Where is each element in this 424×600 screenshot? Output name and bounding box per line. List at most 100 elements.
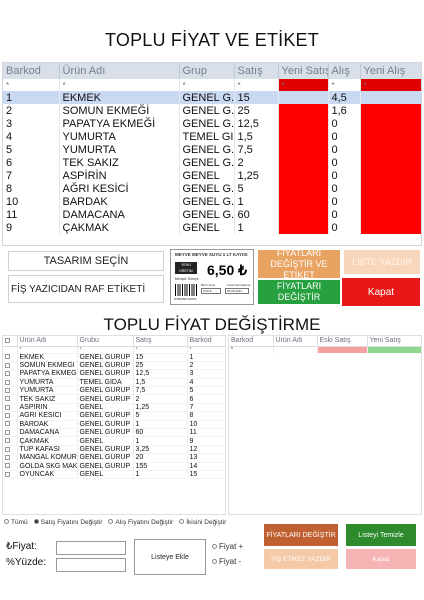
table-row[interactable]: ÇAKMAK GENEL 1 9 <box>3 436 225 446</box>
cell-grubu[interactable]: GENEL GURUP <box>77 411 134 421</box>
cell-grup[interactable]: GENEL G... <box>179 208 235 221</box>
cell-alis[interactable]: 0 <box>328 221 361 234</box>
cell-grup[interactable]: GENEL G... <box>179 143 235 156</box>
cell-satis[interactable]: 3,25 <box>133 445 188 455</box>
cell-satis[interactable]: 25 <box>133 361 188 371</box>
table-row[interactable]: 9 ÇAKMAK GENEL 1 0 <box>3 221 421 234</box>
cell-barkod[interactable]: 6 <box>3 156 60 169</box>
table-row[interactable]: 2SOMUN EKMEĞİGENEL G...25 1,6 <box>3 104 421 117</box>
column-header-eski-satis[interactable]: Eski Satış <box>317 336 368 347</box>
cell-yeni-satis[interactable] <box>278 221 329 234</box>
table-row[interactable]: YUMURTA GENEL GURUP 7,5 5 <box>3 386 225 396</box>
row-checkbox[interactable] <box>3 394 18 404</box>
cell-satis[interactable]: 7,5 <box>133 386 188 396</box>
cell-satis[interactable]: 12,5 <box>133 369 188 379</box>
cell-urun-adi[interactable]: PAPATYA EKMEĞİ <box>59 117 180 130</box>
table-row[interactable]: OYUNCAK GENEL 1 15 <box>3 470 225 480</box>
price-increase-option[interactable]: Fiyat + <box>212 542 243 551</box>
cell-barkod[interactable]: 10 <box>3 195 60 208</box>
cell-satis[interactable]: 2 <box>234 156 279 169</box>
cell-urun-adi[interactable]: SOMUN EKMEĞİ <box>17 361 78 371</box>
cell-satis[interactable]: 25 <box>234 104 279 117</box>
cell-barkod[interactable]: 8 <box>3 182 60 195</box>
cell-satis[interactable]: 1 <box>133 436 188 446</box>
cell-satis[interactable]: 1,5 <box>234 130 279 143</box>
cell-alis[interactable]: 0 <box>328 208 361 221</box>
cell-barkod[interactable]: 2 <box>3 104 60 117</box>
row-checkbox[interactable] <box>3 411 18 421</box>
cell-yeni-satis[interactable] <box>278 156 329 169</box>
cell-barkod[interactable]: 3 <box>187 369 225 379</box>
cell-barkod[interactable]: 10 <box>187 420 225 430</box>
cell-urun-adi[interactable]: DAMACANA <box>17 428 78 438</box>
cell-yeni-satis[interactable] <box>278 208 329 221</box>
cell-satis[interactable]: 1 <box>234 195 279 208</box>
cell-barkod[interactable]: 5 <box>187 386 225 396</box>
cell-satis[interactable]: 5 <box>133 411 188 421</box>
close-button[interactable]: Kapat <box>342 278 420 306</box>
column-header-grup[interactable]: Grup <box>179 63 235 79</box>
cell-barkod[interactable]: 4 <box>3 130 60 143</box>
cell-alis[interactable]: 0 <box>328 169 361 182</box>
column-header-urun-adi[interactable]: Ürün Adı <box>17 336 78 347</box>
cell-urun-adi[interactable]: ÇAKMAK <box>59 221 180 234</box>
cell-satis[interactable]: 60 <box>133 428 188 438</box>
column-header-urun-adi[interactable]: Ürün Adı <box>59 63 180 79</box>
row-checkbox[interactable] <box>3 353 18 362</box>
column-header-yeni-alis[interactable]: Yeni Alış <box>360 63 421 79</box>
cell-grubu[interactable]: GENEL <box>77 403 134 413</box>
table-row[interactable]: AĞRI KESİCİ GENEL GURUP 5 8 <box>3 411 225 421</box>
cell-satis[interactable]: 7,5 <box>234 143 279 156</box>
cell-barkod[interactable]: 5 <box>3 143 60 156</box>
product-list-table[interactable]: Ürün Adı Grubu Satış Barkod * * * * EKME… <box>2 335 226 515</box>
row-checkbox[interactable] <box>3 420 18 430</box>
cell-grubu[interactable]: GENEL GURUP <box>77 462 134 471</box>
cell-satis[interactable]: 60 <box>234 208 279 221</box>
cell-yeni-alis[interactable] <box>360 195 421 208</box>
cell-grup[interactable]: GENEL G... <box>179 182 235 195</box>
table-row[interactable]: 11DAMACANAGENEL G...60 0 <box>3 208 421 221</box>
cell-grup[interactable]: GENEL G... <box>179 195 235 208</box>
table-row[interactable]: 7 ASPİRİN GENEL 1,25 0 <box>3 169 421 182</box>
cell-satis[interactable]: 15 <box>234 91 279 104</box>
column-header-yeni-satis[interactable]: Yeni Satış <box>367 336 421 347</box>
table-row[interactable]: 4YUMURTATEMEL GI...1,5 0 <box>3 130 421 143</box>
cell-barkod[interactable]: 1 <box>187 353 225 362</box>
cell-grubu[interactable]: GENEL GURUP <box>77 386 134 396</box>
select-all-checkbox[interactable] <box>3 336 18 347</box>
change-prices-button[interactable]: FİYATLARI DEĞİŞTİR <box>258 280 340 304</box>
cell-barkod[interactable]: 4 <box>187 378 225 388</box>
column-header-urun-adi[interactable]: Ürün Adı <box>273 336 318 347</box>
cell-urun-adi[interactable]: YUMURTA <box>59 143 180 156</box>
print-receipt-label-button[interactable]: FİŞ ETİKET YAZDIR <box>264 549 338 569</box>
cell-barkod[interactable]: 7 <box>3 169 60 182</box>
cell-urun-adi[interactable]: TÜP KAFASI <box>17 445 78 455</box>
new-row[interactable]: * <box>229 346 421 353</box>
change-list-table[interactable]: Barkod Ürün Adı Eski Satış Yeni Satış * <box>228 335 422 515</box>
cell-urun-adi[interactable]: OYUNCAK <box>17 470 78 480</box>
cell-grubu[interactable]: GENEL GURUP <box>77 428 134 438</box>
change-prices-and-label-button[interactable]: FİYATLARI DEĞİŞTİR VE ETİKET <box>258 248 340 280</box>
cell-yeni-alis[interactable] <box>360 130 421 143</box>
receipt-shelf-label-option[interactable]: FİŞ YAZICIDAN RAF ETİKETİ <box>8 275 164 303</box>
cell-yeni-alis[interactable] <box>360 104 421 117</box>
cell-barkod[interactable]: 9 <box>3 221 60 234</box>
cell-grubu[interactable]: GENEL GURUP <box>77 420 134 430</box>
cell-yeni-alis[interactable] <box>360 221 421 234</box>
cell-yeni-alis[interactable] <box>360 117 421 130</box>
cell-barkod[interactable]: 9 <box>187 436 225 446</box>
row-checkbox[interactable] <box>3 470 18 480</box>
cell-grubu[interactable]: GENEL GURUP <box>77 361 134 371</box>
row-checkbox[interactable] <box>3 369 18 379</box>
cell-urun-adi[interactable]: MANGAL KÖMÜRÜ <box>17 453 78 463</box>
cell-barkod[interactable]: 8 <box>187 411 225 421</box>
row-checkbox[interactable] <box>3 436 18 446</box>
table-row[interactable]: SOMUN EKMEĞİ GENEL GURUP 25 2 <box>3 361 225 371</box>
cell-yeni-alis[interactable] <box>360 143 421 156</box>
table-row[interactable]: GOLDA SKG MAK... GENEL GURUP 155 14 <box>3 462 225 471</box>
cell-yeni-satis[interactable] <box>278 130 329 143</box>
cell-grup[interactable]: GENEL G... <box>179 91 235 104</box>
table-row[interactable]: 10BARDAKGENEL G...10 <box>3 195 421 208</box>
radio-all[interactable]: Tümü <box>4 519 28 526</box>
cell-grubu[interactable]: GENEL GURUP <box>77 394 134 404</box>
